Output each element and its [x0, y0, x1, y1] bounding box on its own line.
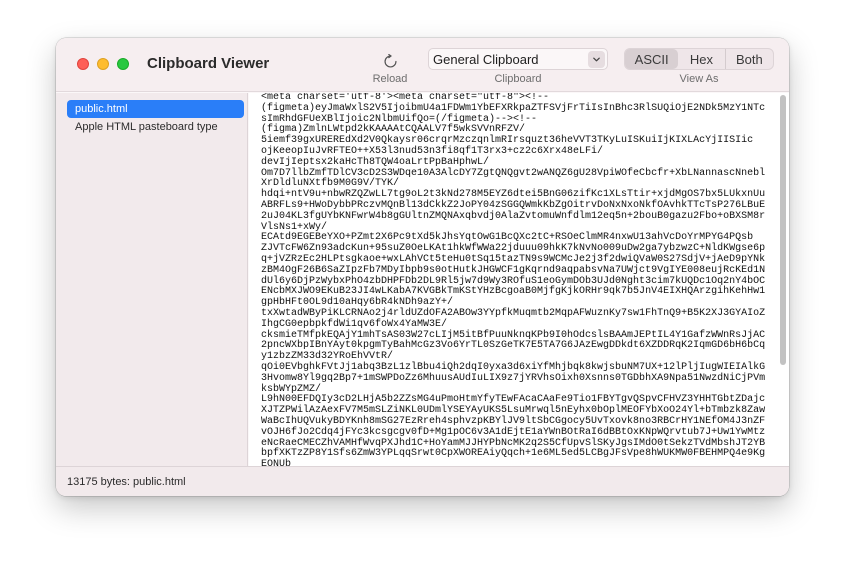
clipboard-label: Clipboard: [494, 73, 542, 85]
sidebar-item-apple-html[interactable]: Apple HTML pasteboard type: [67, 118, 218, 136]
status-bar: 13175 bytes: public.html: [56, 466, 789, 496]
reload-icon: [383, 53, 397, 68]
clipboard-content-view[interactable]: <meta charset='utf-8'><meta charset="utf…: [249, 93, 789, 466]
chevron-down-icon: [588, 51, 605, 68]
view-as-segmented-control: ASCII Hex Both: [624, 48, 774, 70]
clipboard-viewer-window: Clipboard Viewer Reload General Clipboar…: [56, 38, 789, 496]
sidebar-item-public-html[interactable]: public.html: [67, 100, 244, 118]
status-text: 13175 bytes: public.html: [67, 476, 186, 488]
reload-label: Reload: [372, 73, 408, 85]
view-both-button[interactable]: Both: [726, 49, 773, 69]
scrollbar-thumb[interactable]: [780, 95, 786, 365]
pasteboard-type-list: public.html Apple HTML pasteboard type: [56, 93, 248, 466]
view-as-label: View As: [679, 73, 719, 85]
view-ascii-button[interactable]: ASCII: [625, 49, 679, 69]
window-title: Clipboard Viewer: [147, 55, 270, 72]
minimize-window-button[interactable]: [97, 58, 109, 70]
clipboard-select[interactable]: General Clipboard: [428, 48, 608, 70]
toolbar: Clipboard Viewer Reload General Clipboar…: [56, 38, 789, 92]
close-window-button[interactable]: [77, 58, 89, 70]
clipboard-select-value: General Clipboard: [433, 52, 539, 67]
content-scrollbar[interactable]: [779, 95, 787, 464]
clipboard-content-text: <meta charset='utf-8'><meta charset="utf…: [261, 93, 766, 466]
view-hex-button[interactable]: Hex: [678, 49, 726, 69]
reload-button[interactable]: [376, 50, 404, 72]
zoom-window-button[interactable]: [117, 58, 129, 70]
